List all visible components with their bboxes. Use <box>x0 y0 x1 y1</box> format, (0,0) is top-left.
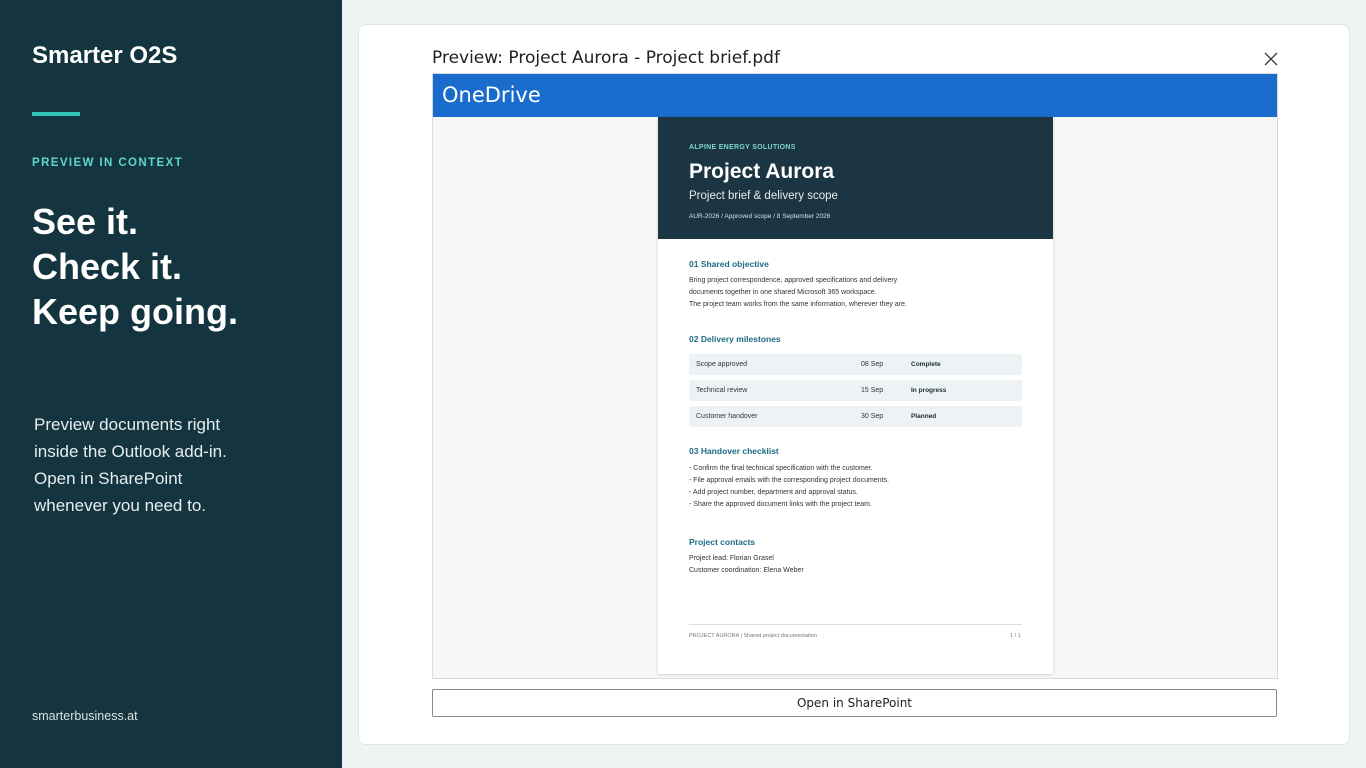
headline-line: Check it. <box>32 246 183 287</box>
accent-divider <box>32 112 80 116</box>
milestone-date: 08 Sep <box>861 361 884 368</box>
milestone-date: 30 Sep <box>861 413 884 420</box>
headline-line: See it. <box>32 201 139 242</box>
document-footer: PROJECT AURORA | Shared project document… <box>689 633 817 639</box>
section-heading: Project contacts <box>689 537 756 547</box>
headline: See it. Check it. Keep going. <box>32 199 238 334</box>
milestone-name: Scope approved <box>696 361 747 368</box>
description: Preview documents right inside the Outlo… <box>34 411 294 519</box>
text-line: - Add project number, department and app… <box>689 489 858 496</box>
table-row: Scope approved 08 Sep Complete <box>689 354 1022 375</box>
headline-line: Keep going. <box>32 291 238 332</box>
brand-title: Smarter O2S <box>32 42 178 69</box>
text-line: - File approval emails with the correspo… <box>689 477 889 484</box>
page-number: 1 / 1 <box>1010 633 1021 639</box>
milestone-name: Technical review <box>696 387 748 394</box>
text-line: - Share the approved document links with… <box>689 501 872 508</box>
text-line: - Confirm the final technical specificat… <box>689 465 873 472</box>
text-line: Customer coordination: Elena Weber <box>689 567 804 574</box>
table-row: Technical review 15 Sep In progress <box>689 380 1022 401</box>
preview-title: Preview: Project Aurora - Project brief.… <box>432 48 780 68</box>
website-link[interactable]: smarterbusiness.at <box>32 709 138 723</box>
close-icon <box>1264 52 1278 66</box>
document-header: ALPINE ENERGY SOLUTIONS Project Aurora P… <box>658 117 1053 239</box>
text-line: The project team works from the same inf… <box>689 301 907 308</box>
preview-card: Preview: Project Aurora - Project brief.… <box>358 24 1350 745</box>
document-title: Project Aurora <box>689 160 835 183</box>
close-button[interactable] <box>1262 50 1280 68</box>
section-heading: 03 Handover checklist <box>689 446 779 456</box>
document-viewer[interactable]: OneDrive ALPINE ENERGY SOLUTIONS Project… <box>432 73 1278 679</box>
document-page: ALPINE ENERGY SOLUTIONS Project Aurora P… <box>658 117 1053 674</box>
table-row: Customer handover 30 Sep Planned <box>689 406 1022 427</box>
text-line: Bring project correspondence, approved s… <box>689 277 898 284</box>
document-subtitle: Project brief & delivery scope <box>689 190 838 202</box>
section-eyebrow: PREVIEW IN CONTEXT <box>32 157 184 169</box>
milestone-date: 15 Sep <box>861 387 884 394</box>
section-text: - Confirm the final technical specificat… <box>689 463 889 511</box>
text-line: Project lead: Florian Grasel <box>689 555 774 562</box>
onedrive-header: OneDrive <box>433 74 1277 117</box>
section-heading: 02 Delivery milestones <box>689 334 781 344</box>
sidebar: Smarter O2S PREVIEW IN CONTEXT See it. C… <box>0 0 342 768</box>
description-line: Open in SharePoint <box>34 469 183 488</box>
description-line: inside the Outlook add-in. <box>34 442 227 461</box>
footer-divider <box>689 624 1022 625</box>
milestone-name: Customer handover <box>696 413 758 420</box>
description-line: Preview documents right <box>34 415 221 434</box>
text-line: documents together in one shared Microso… <box>689 289 877 296</box>
section-heading: 01 Shared objective <box>689 259 769 269</box>
open-in-sharepoint-button[interactable]: Open in SharePoint <box>432 689 1277 717</box>
milestone-status: Complete <box>911 361 941 368</box>
milestone-status: In progress <box>911 387 947 394</box>
section-text: Project lead: Florian Grasel Customer co… <box>689 553 804 577</box>
document-company: ALPINE ENERGY SOLUTIONS <box>689 144 796 151</box>
description-line: whenever you need to. <box>34 496 207 515</box>
onedrive-title: OneDrive <box>442 83 541 107</box>
document-meta: AUR-2026 / Approved scope / 8 September … <box>689 213 831 220</box>
milestone-status: Planned <box>911 413 937 420</box>
section-text: Bring project correspondence, approved s… <box>689 275 907 311</box>
